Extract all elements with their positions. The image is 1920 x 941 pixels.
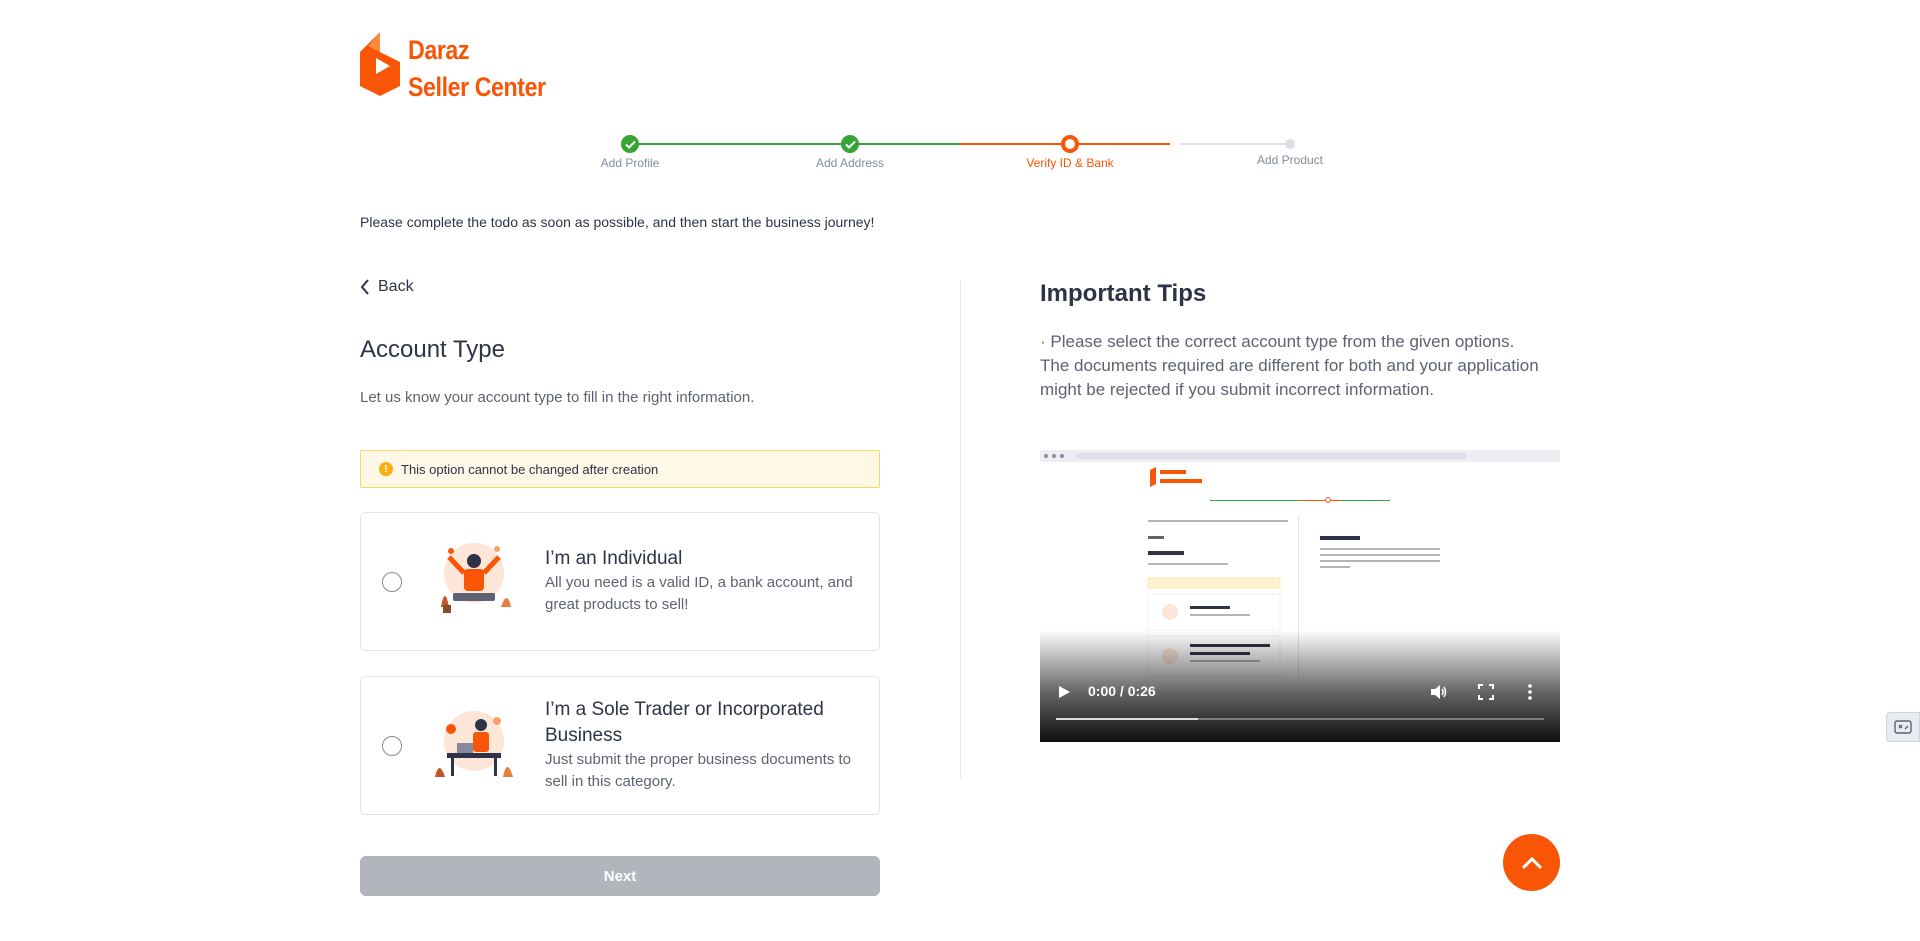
video-buffered (1056, 718, 1198, 720)
page-subtitle: Let us know your account type to fill in… (360, 389, 755, 406)
intro-message: Please complete the todo as soon as poss… (360, 214, 875, 230)
step-verify-id-bank: Verify ID & Bank (990, 132, 1150, 170)
brand-line-2: Seller Center (408, 72, 546, 102)
daraz-logo[interactable]: Daraz Seller Center (360, 32, 568, 106)
page-title: Account Type (360, 336, 505, 363)
tutorial-video[interactable]: 0:00 / 0:26 (1040, 450, 1560, 742)
warning-text: This option cannot be changed after crea… (401, 461, 659, 477)
fullscreen-icon[interactable] (1478, 684, 1494, 700)
option-business-text: I’m a Sole Trader or Incorporated Busine… (545, 697, 859, 793)
step-label: Add Profile (600, 156, 660, 170)
pending-step-dot-icon (1285, 139, 1295, 149)
individual-illustration-icon (441, 543, 511, 613)
business-illustration-icon (435, 711, 513, 777)
option-description: All you need is a valid ID, a bank accou… (545, 574, 853, 613)
option-title: I’m an Individual (545, 548, 683, 569)
video-controls: 0:00 / 0:26 (1040, 670, 1560, 742)
back-label: Back (378, 278, 414, 295)
step-label: Add Product (1256, 153, 1324, 167)
option-business[interactable]: I’m a Sole Trader or Incorporated Busine… (360, 676, 880, 815)
chevron-left-icon (360, 279, 369, 295)
option-description: Just submit the proper business document… (545, 751, 851, 790)
step-add-product: Add Product (1210, 132, 1370, 167)
radio-individual[interactable] (382, 572, 402, 592)
check-icon (841, 135, 859, 153)
option-individual[interactable]: I’m an Individual All you need is a vali… (360, 512, 880, 651)
column-divider (960, 280, 961, 778)
play-icon[interactable] (1056, 684, 1072, 700)
daraz-logo-icon (360, 32, 400, 96)
current-step-dot-icon (1061, 135, 1079, 153)
back-link[interactable]: Back (360, 278, 414, 296)
step-label: Add Address (815, 156, 885, 170)
option-title: I’m a Sole Trader or Incorporated Busine… (545, 699, 824, 746)
chevron-up-icon (1521, 856, 1542, 869)
helper-icon (1894, 720, 1912, 734)
option-individual-text: I’m an Individual All you need is a vali… (545, 546, 859, 616)
tips-body: · Please select the correct account type… (1040, 332, 1539, 399)
check-icon (621, 135, 639, 153)
next-button[interactable]: Next (360, 856, 880, 896)
video-time: 0:00 / 0:26 (1088, 683, 1156, 699)
step-label: Verify ID & Bank (1026, 156, 1114, 170)
step-add-address: Add Address (770, 132, 930, 170)
more-options-icon[interactable] (1527, 684, 1533, 700)
brand-name: Daraz Seller Center (408, 32, 546, 106)
progress-stepper: Add Profile Add Address Verify ID & Bank… (580, 132, 1323, 172)
warning-icon: ! (379, 462, 393, 476)
radio-business[interactable] (382, 736, 402, 756)
tips-title: Important Tips (1040, 280, 1207, 307)
warning-banner: ! This option cannot be changed after cr… (360, 450, 880, 488)
brand-line-1: Daraz (408, 35, 470, 65)
scroll-to-top-button[interactable] (1503, 834, 1560, 891)
volume-icon[interactable] (1430, 684, 1448, 700)
step-add-profile: Add Profile (550, 132, 710, 170)
video-progress-bar[interactable] (1056, 718, 1544, 720)
side-helper-widget[interactable] (1886, 712, 1920, 742)
